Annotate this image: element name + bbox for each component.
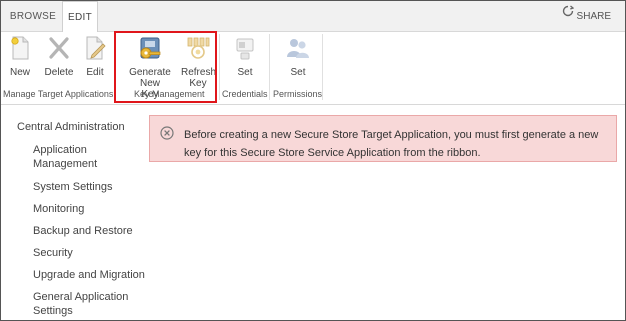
nav-root-central-administration[interactable]: Central Administration <box>17 121 125 133</box>
group-divider <box>269 34 270 100</box>
delete-button-label: Delete <box>44 67 74 78</box>
nav-item-general-application-settings[interactable]: General Application Settings <box>33 290 145 318</box>
tab-edit[interactable]: EDIT <box>62 1 98 32</box>
nav-item-upgrade-and-migration[interactable]: Upgrade and Migration <box>33 268 145 282</box>
set-credentials-label: Set <box>237 67 253 78</box>
share-icon <box>562 1 574 31</box>
new-button-label: New <box>9 67 30 78</box>
set-permissions-label: Set <box>290 67 306 78</box>
nav-item-application-management[interactable]: Application Management <box>33 143 145 171</box>
ribbon: New Delete Edit Manage Target Applicatio… <box>1 32 625 105</box>
set-permissions-button[interactable]: Set <box>281 35 315 78</box>
group-divider <box>219 34 220 100</box>
set-permissions-icon <box>281 35 315 64</box>
new-button[interactable]: New <box>5 35 35 78</box>
group-label-permissions: Permissions <box>273 89 323 99</box>
group-divider <box>322 34 323 100</box>
error-status-bar: Before creating a new Secure Store Targe… <box>149 115 617 162</box>
edit-button[interactable]: Edit <box>80 35 110 78</box>
nav-item-monitoring[interactable]: Monitoring <box>33 202 145 216</box>
nav-item-system-settings[interactable]: System Settings <box>33 180 145 194</box>
error-circle-icon <box>160 126 174 145</box>
page-frame: BROWSE EDIT SHARE New Delete Edit Manage… <box>0 0 626 321</box>
tab-browse[interactable]: BROWSE <box>9 1 57 31</box>
delete-x-icon <box>43 35 75 64</box>
edit-button-label: Edit <box>86 67 104 78</box>
share-button[interactable]: SHARE <box>562 1 611 31</box>
group-label-credentials: Credentials <box>222 89 268 99</box>
nav-item-backup-and-restore[interactable]: Backup and Restore <box>33 224 145 238</box>
set-credentials-button[interactable]: Set <box>228 35 262 78</box>
share-label: SHARE <box>576 11 611 22</box>
set-credentials-icon <box>228 35 262 64</box>
group-label-manage-target-applications: Manage Target Applications <box>3 89 114 99</box>
delete-button[interactable]: Delete <box>43 35 75 78</box>
edit-document-icon <box>80 35 110 64</box>
key-management-highlight-box <box>114 31 217 103</box>
ribbon-tab-bar: BROWSE EDIT SHARE <box>1 1 625 32</box>
nav-item-security[interactable]: Security <box>33 246 145 260</box>
new-document-icon <box>5 35 35 64</box>
error-message-text: Before creating a new Secure Store Targe… <box>184 129 599 159</box>
